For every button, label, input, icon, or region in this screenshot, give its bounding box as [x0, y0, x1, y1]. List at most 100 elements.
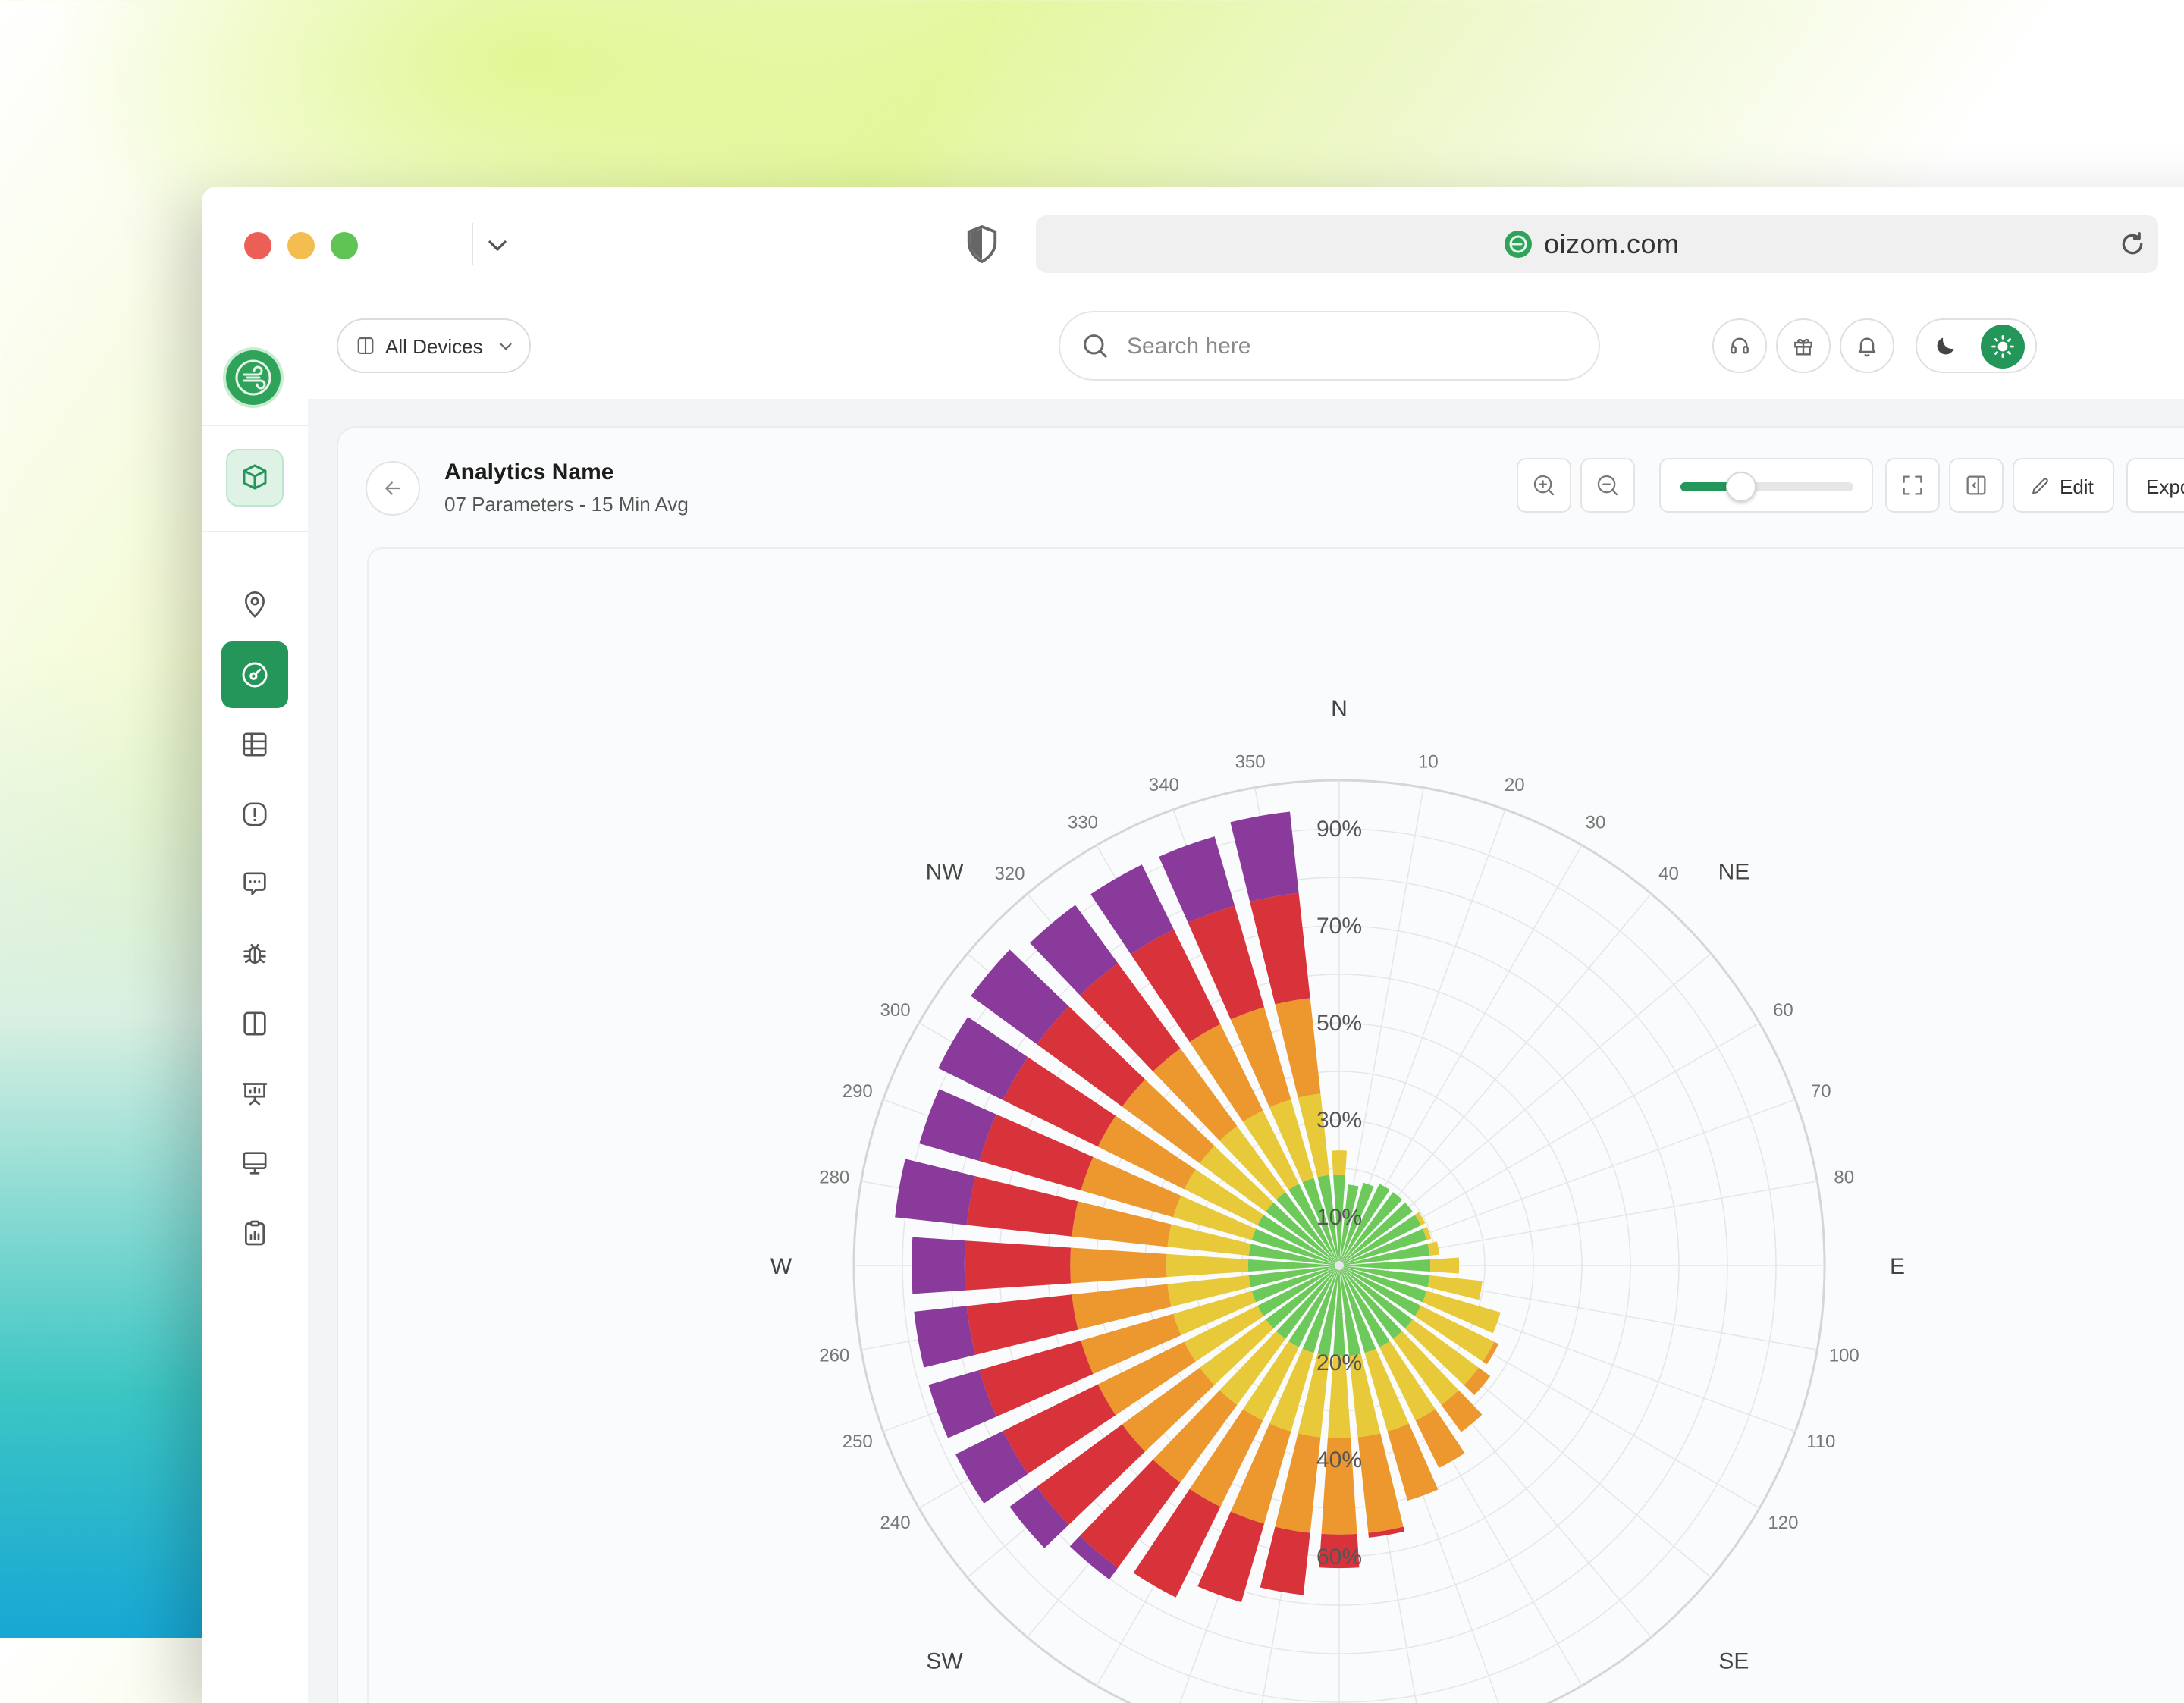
search-box[interactable] — [1059, 311, 1600, 381]
compass-label: SE — [1718, 1648, 1749, 1673]
table-icon — [243, 732, 267, 757]
alert-icon — [243, 802, 267, 826]
zoom-window-button[interactable] — [331, 232, 358, 259]
wind-bar-segment — [914, 1306, 976, 1368]
zoom-in-button[interactable] — [1517, 458, 1571, 513]
sidebar-item-messages[interactable] — [221, 851, 288, 917]
wind-rose-chart: 10 20 30 40 60 70 80 100 110 120 240 250 260 280 290 30… — [770, 696, 1905, 1703]
box-icon — [243, 464, 267, 490]
zoom-in-icon — [1533, 475, 1555, 496]
chart-panel: 10 20 30 40 60 70 80 100 110 120 240 250 260 280 290 30… — [367, 547, 2184, 1703]
sidebar-item-table[interactable] — [221, 711, 288, 778]
side-panel-icon — [1966, 475, 1986, 495]
monitor-icon — [243, 1152, 267, 1175]
expand-icon — [1903, 475, 1922, 495]
shield-icon[interactable] — [965, 223, 999, 265]
reload-icon[interactable] — [2117, 229, 2148, 259]
radial-tick-label: 60% — [1316, 1545, 1362, 1570]
sidebar-item-clipboard[interactable] — [221, 1200, 288, 1266]
export-button[interactable]: Expor — [2126, 458, 2184, 513]
light-mode-button[interactable] — [1981, 325, 2025, 369]
angle-tick-label: 60 — [1773, 1000, 1793, 1021]
zoom-slider-handle[interactable] — [1725, 472, 1756, 502]
wind-bar-segment — [1260, 1526, 1310, 1595]
location-pin-icon — [244, 591, 265, 618]
product-switch-button[interactable] — [226, 449, 284, 507]
radial-tick-label: 30% — [1316, 1108, 1362, 1133]
sidebar-divider — [202, 531, 308, 532]
panel-toggle-button[interactable] — [1949, 458, 2004, 513]
device-selector[interactable]: All Devices — [337, 318, 531, 373]
browser-titlebar: oizom.com — [202, 187, 2184, 300]
oizom-logo[interactable] — [226, 350, 281, 405]
compass-label: NE — [1718, 860, 1750, 885]
minimize-window-button[interactable] — [287, 232, 315, 259]
angle-tick-label: 110 — [1806, 1432, 1835, 1452]
wind-bar-segment — [1250, 892, 1310, 1005]
close-window-button[interactable] — [244, 232, 271, 259]
pencil-icon — [2032, 478, 2048, 494]
chevron-down-icon[interactable] — [482, 231, 513, 261]
gauge-icon — [242, 662, 268, 688]
edit-button-label: Edit — [2060, 475, 2094, 498]
theme-toggle[interactable] — [1916, 318, 2037, 373]
angle-tick-label: 240 — [880, 1513, 911, 1533]
clipboard-report-icon — [245, 1220, 265, 1246]
edit-button[interactable]: Edit — [2013, 458, 2114, 513]
sidebar-item-reports[interactable] — [221, 1060, 288, 1127]
address-bar[interactable]: oizom.com — [1036, 215, 2158, 273]
columns-icon — [357, 337, 374, 354]
zoom-slider-track[interactable] — [1680, 472, 1853, 502]
chevron-down-icon — [500, 343, 512, 350]
fullscreen-button[interactable] — [1885, 458, 1940, 513]
sidebar — [202, 300, 309, 1703]
bell-icon — [1858, 337, 1876, 357]
sidebar-item-analytics[interactable] — [221, 641, 288, 708]
angle-tick-label: 260 — [819, 1345, 849, 1366]
angle-tick-label: 320 — [994, 864, 1025, 884]
main-area: All Devices Search here Analytics Name 0… — [308, 300, 2184, 1703]
support-button[interactable] — [1712, 318, 1767, 373]
angle-tick-label: 350 — [1235, 751, 1266, 772]
wind-bar-segment — [912, 1237, 965, 1294]
back-button[interactable] — [366, 461, 420, 516]
angle-tick-label: 330 — [1068, 813, 1098, 833]
sidebar-item-alerts[interactable] — [221, 781, 288, 848]
sidebar-item-display[interactable] — [221, 1130, 288, 1196]
export-button-label: Expor — [2146, 475, 2184, 498]
sidebar-item-map[interactable] — [221, 572, 288, 638]
search-input[interactable] — [1125, 328, 1568, 365]
angle-tick-label: 30 — [1586, 813, 1606, 833]
sidebar-item-layout[interactable] — [221, 990, 288, 1057]
search-icon — [1084, 334, 1107, 358]
analytics-subtitle: 07 Parameters - 15 Min Avg — [444, 493, 689, 516]
bug-icon — [243, 944, 266, 964]
radial-tick-label: 10% — [1316, 1205, 1362, 1230]
sidebar-item-debug[interactable] — [221, 920, 288, 987]
sidebar-divider — [202, 425, 308, 426]
presentation-icon — [242, 1083, 268, 1106]
wind-bar-segment — [966, 1294, 1078, 1355]
gift-button[interactable] — [1776, 318, 1831, 373]
zoom-out-icon — [1597, 475, 1618, 496]
angle-tick-label: 100 — [1829, 1345, 1859, 1366]
angle-tick-label: 340 — [1149, 775, 1179, 795]
zoom-slider[interactable] — [1659, 458, 1873, 513]
compass-label: NW — [926, 860, 965, 885]
wind-logo-icon — [235, 359, 271, 396]
radial-tick-label: 70% — [1316, 914, 1362, 939]
zoom-out-button[interactable] — [1580, 458, 1635, 513]
wind-bar-segment — [1331, 1150, 1348, 1175]
chat-icon — [243, 872, 266, 895]
angle-tick-label: 70 — [1811, 1081, 1831, 1102]
url-text: oizom.com — [1544, 228, 1680, 259]
browser-window: oizom.com All Devices Search here Analyt… — [202, 187, 2184, 1703]
compass-label: E — [1890, 1254, 1905, 1279]
wind-bar-segment — [1429, 1257, 1460, 1274]
moon-icon[interactable] — [1932, 332, 1960, 359]
site-favicon-icon — [1505, 231, 1532, 258]
notifications-button[interactable] — [1840, 318, 1894, 373]
compass-label: N — [1331, 696, 1348, 721]
radial-tick-label: 90% — [1316, 817, 1362, 842]
angle-tick-label: 120 — [1768, 1513, 1798, 1533]
